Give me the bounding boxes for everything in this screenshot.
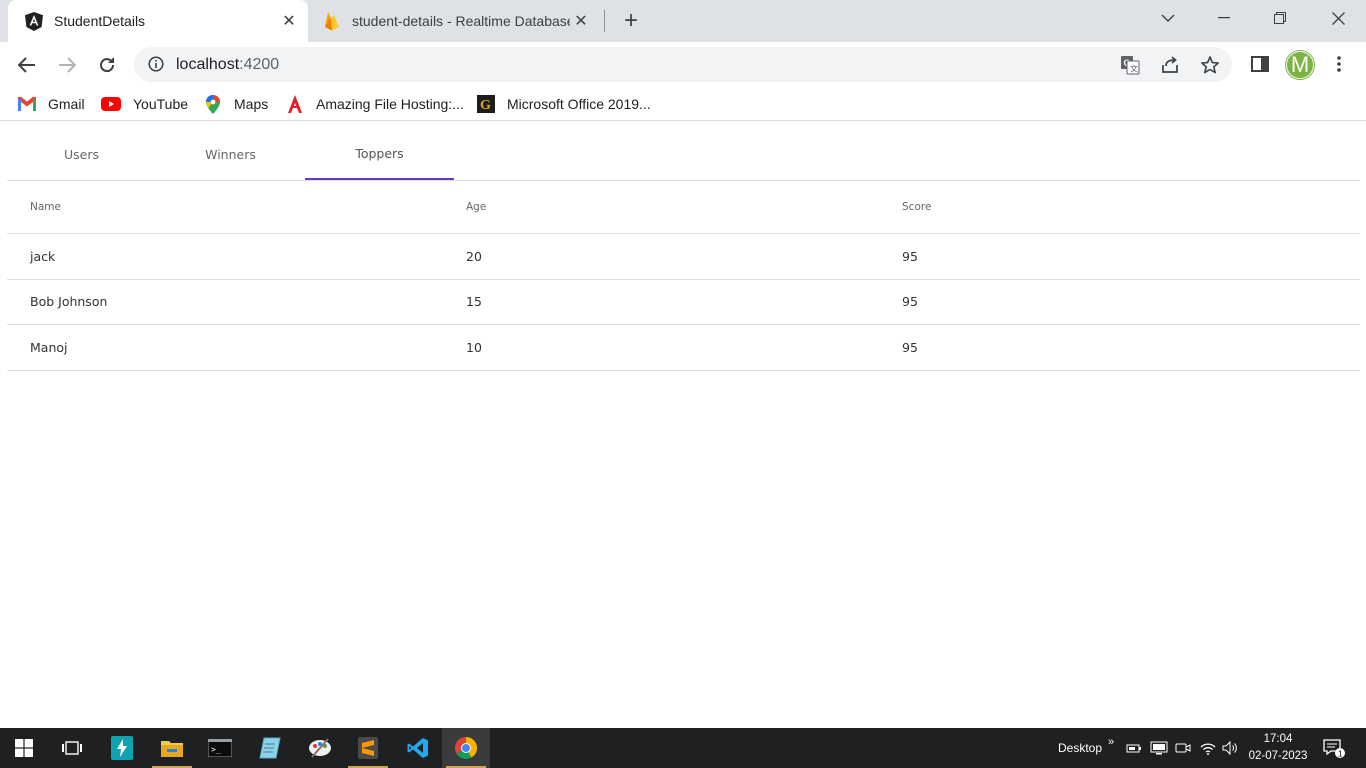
address-bar[interactable]: localhost:4200 G文 bbox=[134, 47, 1232, 82]
translate-icon[interactable]: G文 bbox=[1120, 55, 1140, 75]
close-window-button[interactable] bbox=[1310, 0, 1366, 36]
bookmarks-bar: Gmail YouTube Maps Amazing File Hosting:… bbox=[0, 87, 1366, 121]
table-row: Bob Johnson 15 95 bbox=[7, 280, 1360, 325]
maps-icon bbox=[204, 94, 222, 114]
youtube-icon bbox=[101, 95, 121, 113]
task-view-icon[interactable] bbox=[48, 728, 96, 768]
bookmark-label: YouTube bbox=[133, 96, 189, 112]
menu-kebab-icon[interactable] bbox=[1327, 52, 1351, 76]
bookmark-label: Gmail bbox=[48, 96, 85, 112]
battery-icon[interactable] bbox=[1126, 728, 1142, 768]
cell-name: Manoj bbox=[30, 339, 68, 355]
cell-score: 95 bbox=[902, 294, 918, 310]
angular-icon bbox=[24, 11, 44, 31]
browser-tab-title: student-details - Realtime Database bbox=[352, 13, 570, 29]
browser-toolbar: localhost:4200 G文 M bbox=[0, 42, 1366, 87]
minimize-button[interactable] bbox=[1196, 0, 1252, 36]
forward-button[interactable] bbox=[52, 50, 82, 80]
browser-tab-title: StudentDetails bbox=[54, 13, 146, 29]
vscode-icon[interactable] bbox=[394, 728, 442, 768]
system-clock[interactable]: 17:04 02-07-2023 bbox=[1242, 731, 1314, 765]
bookmark-star-icon[interactable] bbox=[1200, 55, 1220, 75]
bookmark-maps[interactable]: Maps bbox=[204, 93, 268, 115]
terminal-icon[interactable]: >_ bbox=[196, 728, 244, 768]
page-content: Users Winners Toppers Name Age Score jac… bbox=[0, 128, 1366, 728]
svg-text:文: 文 bbox=[1130, 64, 1138, 74]
browser-tab-studentdetails[interactable]: StudentDetails ✕ bbox=[8, 0, 308, 42]
restore-button[interactable] bbox=[1252, 0, 1308, 36]
cell-age: 15 bbox=[466, 294, 482, 310]
bookmark-youtube[interactable]: YouTube bbox=[101, 93, 188, 115]
paint-icon[interactable] bbox=[296, 728, 344, 768]
clock-date: 02-07-2023 bbox=[1248, 750, 1308, 762]
volume-icon[interactable] bbox=[1222, 728, 1240, 768]
start-button[interactable] bbox=[0, 728, 48, 768]
chrome-icon[interactable] bbox=[442, 728, 490, 768]
tab-users[interactable]: Users bbox=[7, 128, 156, 180]
file-explorer-icon[interactable] bbox=[148, 728, 196, 768]
table-row: jack 20 95 bbox=[7, 234, 1360, 280]
browser-tab-strip: StudentDetails ✕ student-details - Realt… bbox=[0, 0, 1366, 42]
toppers-table: Name Age Score jack 20 95 Bob Johnson 15… bbox=[7, 181, 1360, 371]
bookmark-gmail[interactable]: Gmail bbox=[18, 93, 85, 115]
windows-taskbar: >_ Desktop » 17:04 02-07-2023 1 bbox=[0, 728, 1366, 768]
column-header-name[interactable]: Name bbox=[30, 181, 61, 233]
firebase-icon bbox=[322, 11, 342, 31]
desktop-toolbar-label[interactable]: Desktop bbox=[1058, 728, 1102, 768]
new-tab-button[interactable]: + bbox=[618, 7, 644, 34]
gmail-icon bbox=[18, 95, 36, 113]
app-zap-icon[interactable] bbox=[98, 728, 146, 768]
reload-button[interactable] bbox=[92, 50, 122, 80]
bookmark-label: Amazing File Hosting:... bbox=[316, 96, 464, 112]
tab-winners[interactable]: Winners bbox=[156, 128, 305, 180]
cell-name: jack bbox=[30, 248, 56, 264]
notification-center-icon[interactable]: 1 bbox=[1322, 728, 1346, 768]
site-info-icon[interactable] bbox=[148, 56, 164, 77]
bookmark-label: Microsoft Office 2019... bbox=[507, 96, 651, 112]
cell-score: 95 bbox=[902, 248, 918, 264]
side-panel-icon[interactable] bbox=[1248, 52, 1272, 76]
office-g-icon: G bbox=[477, 95, 495, 113]
svg-text:G: G bbox=[480, 98, 491, 113]
table-row: Manoj 10 95 bbox=[7, 325, 1360, 371]
column-header-age[interactable]: Age bbox=[466, 181, 486, 233]
clock-time: 17:04 bbox=[1263, 733, 1293, 745]
cell-age: 20 bbox=[466, 248, 482, 264]
share-icon[interactable] bbox=[1160, 55, 1180, 75]
cell-name: Bob Johnson bbox=[30, 294, 108, 310]
tab-toppers[interactable]: Toppers bbox=[305, 128, 454, 180]
back-button[interactable] bbox=[12, 50, 42, 80]
cell-score: 95 bbox=[902, 339, 918, 355]
adobe-icon bbox=[286, 95, 304, 113]
browser-tab-firebase[interactable]: student-details - Realtime Database ✕ bbox=[310, 0, 600, 42]
bookmark-file-hosting[interactable]: Amazing File Hosting:... bbox=[286, 93, 464, 115]
close-tab-icon[interactable]: ✕ bbox=[278, 10, 300, 32]
chevron-right-icon[interactable]: » bbox=[1108, 722, 1114, 762]
wifi-icon[interactable] bbox=[1199, 728, 1217, 768]
tab-separator bbox=[604, 10, 605, 32]
sublime-text-icon[interactable] bbox=[344, 728, 392, 768]
tab-search-icon[interactable] bbox=[1140, 0, 1196, 36]
camera-icon[interactable] bbox=[1175, 728, 1191, 768]
cell-age: 10 bbox=[466, 339, 482, 355]
profile-avatar[interactable]: M bbox=[1286, 51, 1314, 79]
bookmark-label: Maps bbox=[234, 96, 269, 112]
display-icon[interactable] bbox=[1150, 728, 1168, 768]
table-header-row: Name Age Score bbox=[7, 181, 1360, 234]
notepad-icon[interactable] bbox=[246, 728, 294, 768]
column-header-score[interactable]: Score bbox=[902, 181, 931, 233]
bookmark-office[interactable]: G Microsoft Office 2019... bbox=[477, 93, 651, 115]
notification-count: 1 bbox=[1338, 750, 1343, 759]
svg-text:>_: >_ bbox=[211, 745, 221, 754]
close-tab-icon[interactable]: ✕ bbox=[570, 10, 592, 32]
url-text: localhost:4200 bbox=[176, 56, 280, 73]
app-tab-bar: Users Winners Toppers bbox=[7, 128, 1360, 181]
